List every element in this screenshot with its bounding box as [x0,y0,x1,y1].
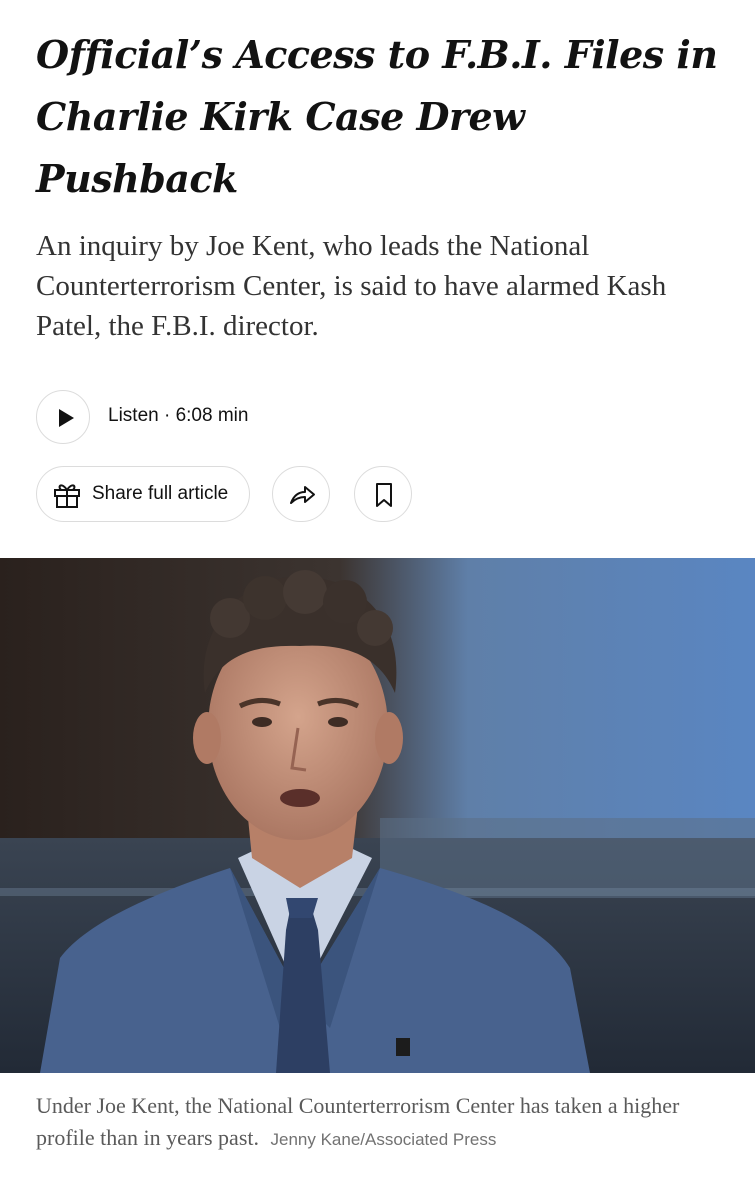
share-full-article-button[interactable]: Share full article [36,466,250,522]
listen-label[interactable]: Listen · 6:08 min [108,405,248,427]
article-photo [0,558,755,1073]
article-headline: Official’s Access to F.B.I. Files in Cha… [36,32,718,201]
photo-portrait [0,558,755,1073]
photo-caption: Under Joe Kent, the National Counterterr… [36,1090,726,1156]
listen-play-button[interactable] [36,390,90,444]
share-full-article-label: Share full article [92,483,229,504]
bookmark-icon [376,483,392,507]
photo-credit: Jenny Kane/Associated Press [270,1130,497,1149]
article-summary: An inquiry by Joe Kent, who leads the Na… [36,230,667,342]
share-button[interactable] [272,466,330,522]
save-bookmark-button[interactable] [354,466,412,522]
play-icon [59,409,74,427]
gift-icon [54,484,80,508]
share-arrow-icon [290,486,315,504]
